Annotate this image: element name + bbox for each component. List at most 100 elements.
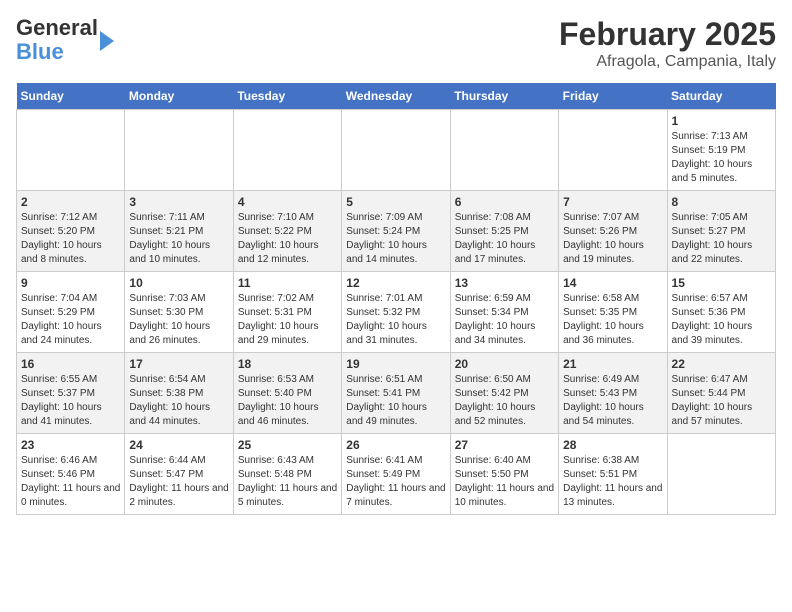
logo-arrow-icon xyxy=(100,31,114,51)
day-number: 19 xyxy=(346,357,445,371)
day-number: 1 xyxy=(672,114,771,128)
calendar-cell: 28 Sunrise: 6:38 AM Sunset: 5:51 PM Dayli… xyxy=(559,434,667,515)
day-info: Sunrise: 7:07 AM Sunset: 5:26 PM Dayligh… xyxy=(563,211,662,267)
calendar-cell: 20 Sunrise: 6:50 AM Sunset: 5:42 PM Dayli… xyxy=(450,353,558,434)
day-number: 5 xyxy=(346,195,445,209)
calendar-cell: 17 Sunrise: 6:54 AM Sunset: 5:38 PM Dayli… xyxy=(125,353,233,434)
calendar-cell: 10Sunrise: 7:03 AM Sunset: 5:30 PM Dayli… xyxy=(125,272,233,353)
day-number: 26 xyxy=(346,438,445,452)
calendar-cell: 16Sunrise: 6:55 AM Sunset: 5:37 PM Dayli… xyxy=(17,353,125,434)
header-day-saturday: Saturday xyxy=(667,83,775,110)
day-number: 20 xyxy=(455,357,554,371)
day-info: Sunrise: 7:04 AM Sunset: 5:29 PM Dayligh… xyxy=(21,292,120,348)
day-number: 27 xyxy=(455,438,554,452)
calendar-subtitle: Afragola, Campania, Italy xyxy=(559,53,776,71)
calendar-cell: 14 Sunrise: 6:58 AM Sunset: 5:35 PM Dayli… xyxy=(559,272,667,353)
calendar-cell: 22Sunrise: 6:47 AM Sunset: 5:44 PM Dayli… xyxy=(667,353,775,434)
calendar-header-row: SundayMondayTuesdayWednesdayThursdayFrid… xyxy=(17,83,776,110)
calendar-week-5: 23Sunrise: 6:46 AM Sunset: 5:46 PM Dayli… xyxy=(17,434,776,515)
day-info: Sunrise: 7:03 AM Sunset: 5:30 PM Dayligh… xyxy=(129,292,228,348)
calendar-cell: 12 Sunrise: 7:01 AM Sunset: 5:32 PM Dayli… xyxy=(342,272,450,353)
calendar-cell: 21 Sunrise: 6:49 AM Sunset: 5:43 PM Dayli… xyxy=(559,353,667,434)
calendar-cell xyxy=(667,434,775,515)
day-number: 17 xyxy=(129,357,228,371)
day-info: Sunrise: 7:08 AM Sunset: 5:25 PM Dayligh… xyxy=(455,211,554,267)
calendar-cell xyxy=(342,110,450,191)
calendar-week-4: 16Sunrise: 6:55 AM Sunset: 5:37 PM Dayli… xyxy=(17,353,776,434)
day-number: 7 xyxy=(563,195,662,209)
calendar-cell: 9 Sunrise: 7:04 AM Sunset: 5:29 PM Daylig… xyxy=(17,272,125,353)
calendar-week-1: 1 Sunrise: 7:13 AM Sunset: 5:19 PM Daylig… xyxy=(17,110,776,191)
day-info: Sunrise: 7:09 AM Sunset: 5:24 PM Dayligh… xyxy=(346,211,445,267)
day-info: Sunrise: 6:54 AM Sunset: 5:38 PM Dayligh… xyxy=(129,373,228,429)
calendar-cell xyxy=(559,110,667,191)
logo-text: GeneralBlue xyxy=(16,16,98,64)
day-info: Sunrise: 7:02 AM Sunset: 5:31 PM Dayligh… xyxy=(238,292,337,348)
day-info: Sunrise: 6:59 AM Sunset: 5:34 PM Dayligh… xyxy=(455,292,554,348)
day-number: 21 xyxy=(563,357,662,371)
day-info: Sunrise: 7:01 AM Sunset: 5:32 PM Dayligh… xyxy=(346,292,445,348)
day-info: Sunrise: 6:53 AM Sunset: 5:40 PM Dayligh… xyxy=(238,373,337,429)
day-info: Sunrise: 6:40 AM Sunset: 5:50 PM Dayligh… xyxy=(455,454,554,510)
day-info: Sunrise: 6:41 AM Sunset: 5:49 PM Dayligh… xyxy=(346,454,445,510)
day-number: 8 xyxy=(672,195,771,209)
day-number: 11 xyxy=(238,276,337,290)
day-number: 9 xyxy=(21,276,120,290)
calendar-cell: 26 Sunrise: 6:41 AM Sunset: 5:49 PM Dayli… xyxy=(342,434,450,515)
day-number: 3 xyxy=(129,195,228,209)
day-number: 23 xyxy=(21,438,120,452)
day-number: 15 xyxy=(672,276,771,290)
day-number: 18 xyxy=(238,357,337,371)
day-info: Sunrise: 7:12 AM Sunset: 5:20 PM Dayligh… xyxy=(21,211,120,267)
day-info: Sunrise: 7:10 AM Sunset: 5:22 PM Dayligh… xyxy=(238,211,337,267)
day-number: 14 xyxy=(563,276,662,290)
calendar-cell: 25 Sunrise: 6:43 AM Sunset: 5:48 PM Dayli… xyxy=(233,434,341,515)
day-number: 22 xyxy=(672,357,771,371)
day-info: Sunrise: 7:05 AM Sunset: 5:27 PM Dayligh… xyxy=(672,211,771,267)
day-number: 2 xyxy=(21,195,120,209)
calendar-cell: 18 Sunrise: 6:53 AM Sunset: 5:40 PM Dayli… xyxy=(233,353,341,434)
day-info: Sunrise: 6:58 AM Sunset: 5:35 PM Dayligh… xyxy=(563,292,662,348)
calendar-cell: 1 Sunrise: 7:13 AM Sunset: 5:19 PM Daylig… xyxy=(667,110,775,191)
calendar-title: February 2025 xyxy=(559,16,776,53)
day-info: Sunrise: 6:55 AM Sunset: 5:37 PM Dayligh… xyxy=(21,373,120,429)
day-info: Sunrise: 6:51 AM Sunset: 5:41 PM Dayligh… xyxy=(346,373,445,429)
day-number: 6 xyxy=(455,195,554,209)
calendar-cell: 15 Sunrise: 6:57 AM Sunset: 5:36 PM Dayli… xyxy=(667,272,775,353)
day-number: 13 xyxy=(455,276,554,290)
header-day-monday: Monday xyxy=(125,83,233,110)
day-info: Sunrise: 6:57 AM Sunset: 5:36 PM Dayligh… xyxy=(672,292,771,348)
calendar-cell: 5 Sunrise: 7:09 AM Sunset: 5:24 PM Daylig… xyxy=(342,191,450,272)
calendar-cell: 13 Sunrise: 6:59 AM Sunset: 5:34 PM Dayli… xyxy=(450,272,558,353)
day-info: Sunrise: 6:50 AM Sunset: 5:42 PM Dayligh… xyxy=(455,373,554,429)
day-number: 28 xyxy=(563,438,662,452)
header-day-friday: Friday xyxy=(559,83,667,110)
calendar-cell xyxy=(233,110,341,191)
day-number: 24 xyxy=(129,438,228,452)
day-number: 4 xyxy=(238,195,337,209)
calendar-cell xyxy=(450,110,558,191)
header-day-thursday: Thursday xyxy=(450,83,558,110)
calendar-cell: 19 Sunrise: 6:51 AM Sunset: 5:41 PM Dayli… xyxy=(342,353,450,434)
calendar-week-3: 9 Sunrise: 7:04 AM Sunset: 5:29 PM Daylig… xyxy=(17,272,776,353)
header-day-sunday: Sunday xyxy=(17,83,125,110)
title-area: February 2025 Afragola, Campania, Italy xyxy=(559,16,776,71)
day-info: Sunrise: 6:49 AM Sunset: 5:43 PM Dayligh… xyxy=(563,373,662,429)
day-number: 12 xyxy=(346,276,445,290)
calendar-body: 1 Sunrise: 7:13 AM Sunset: 5:19 PM Daylig… xyxy=(17,110,776,515)
day-info: Sunrise: 7:13 AM Sunset: 5:19 PM Dayligh… xyxy=(672,130,771,186)
header-day-wednesday: Wednesday xyxy=(342,83,450,110)
calendar-table: SundayMondayTuesdayWednesdayThursdayFrid… xyxy=(16,83,776,515)
day-info: Sunrise: 6:38 AM Sunset: 5:51 PM Dayligh… xyxy=(563,454,662,510)
calendar-cell xyxy=(125,110,233,191)
calendar-cell: 23Sunrise: 6:46 AM Sunset: 5:46 PM Dayli… xyxy=(17,434,125,515)
header: GeneralBlue February 2025 Afragola, Camp… xyxy=(16,16,776,71)
calendar-cell: 27 Sunrise: 6:40 AM Sunset: 5:50 PM Dayli… xyxy=(450,434,558,515)
calendar-cell xyxy=(17,110,125,191)
day-number: 25 xyxy=(238,438,337,452)
day-info: Sunrise: 6:43 AM Sunset: 5:48 PM Dayligh… xyxy=(238,454,337,510)
logo: GeneralBlue xyxy=(16,16,114,64)
calendar-cell: 2 Sunrise: 7:12 AM Sunset: 5:20 PM Daylig… xyxy=(17,191,125,272)
calendar-cell: 24 Sunrise: 6:44 AM Sunset: 5:47 PM Dayli… xyxy=(125,434,233,515)
day-info: Sunrise: 6:44 AM Sunset: 5:47 PM Dayligh… xyxy=(129,454,228,510)
